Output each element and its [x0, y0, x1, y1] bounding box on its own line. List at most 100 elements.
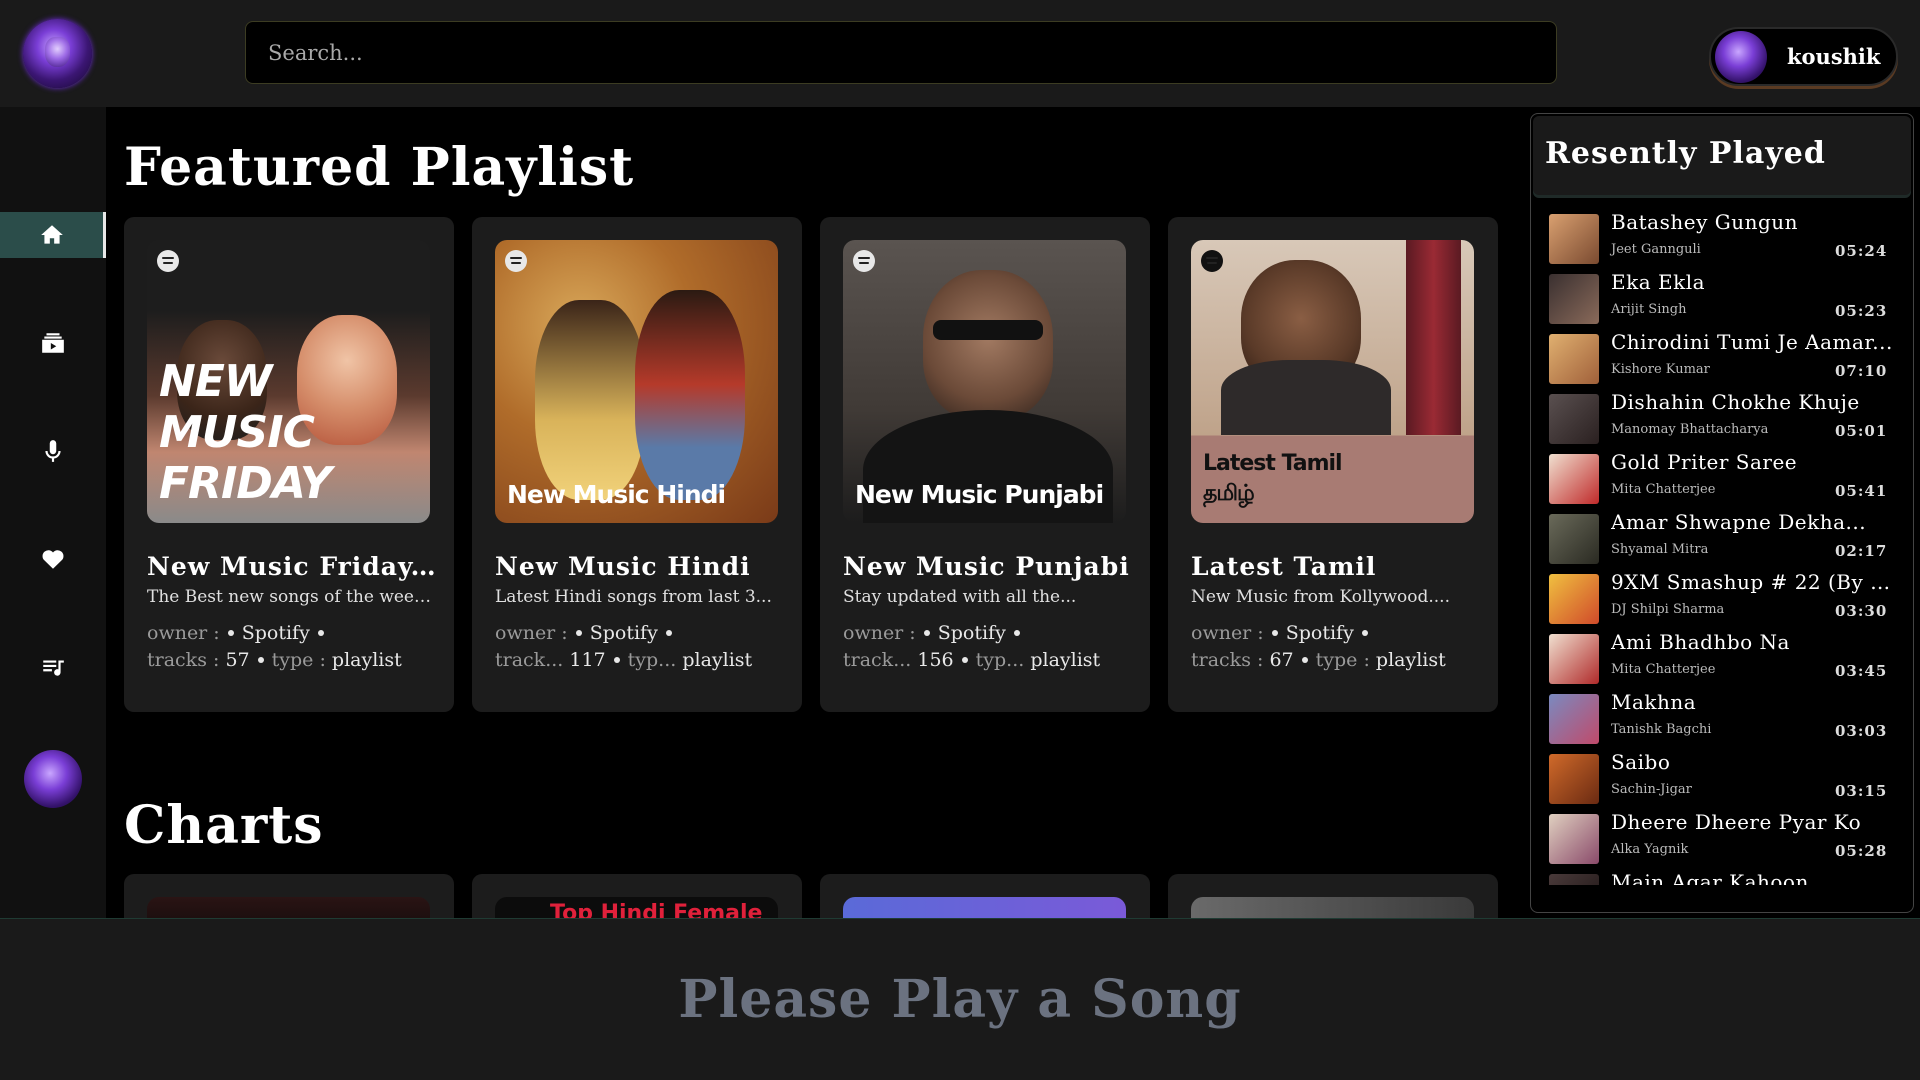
tracks-value: 57	[225, 649, 250, 671]
playlist-meta: owner : Spotify tracks : 57 type : playlis…	[147, 620, 442, 674]
owner-label: owner :	[1191, 622, 1264, 644]
song-title: Gold Priter Saree	[1611, 450, 1798, 474]
song-duration: 02:17	[1835, 542, 1888, 560]
charts-title: Charts	[124, 795, 324, 856]
playlist-card[interactable]: New Music Hindi New Music Hindi Latest H…	[472, 217, 802, 712]
sidebar-item-liked[interactable]	[0, 536, 106, 582]
song-thumbnail	[1549, 574, 1599, 624]
cover-text: NEW MUSIC FRIDAY	[159, 356, 332, 509]
tracks-label: track...	[495, 649, 564, 671]
song-artist: Sachin-Jigar	[1611, 782, 1692, 797]
tracks-value: 156	[917, 649, 954, 671]
spotify-icon	[1201, 250, 1223, 272]
playlist-title: New Music Friday...	[147, 552, 437, 581]
owner-label: owner :	[843, 622, 916, 644]
song-thumbnail	[1549, 814, 1599, 864]
list-item[interactable]: Makhna Tanishk Bagchi 03:03	[1531, 690, 1913, 750]
song-artist: Kishore Kumar	[1611, 362, 1710, 377]
playlist-cover: New Music Hindi	[495, 240, 778, 523]
main-content: Featured Playlist NEW MUSIC FRIDAY New M…	[106, 107, 1526, 918]
song-artist: Mita Chatterjee	[1611, 662, 1716, 677]
microphone-icon	[45, 440, 61, 462]
tracks-label: tracks :	[147, 649, 220, 671]
owner-value: Spotify	[589, 622, 658, 644]
tracks-value: 117	[569, 649, 606, 671]
song-thumbnail	[1549, 754, 1599, 804]
sidebar-item-playlists[interactable]	[0, 644, 106, 690]
song-duration: 05:24	[1835, 242, 1888, 260]
chart-card[interactable]	[124, 874, 454, 918]
playlist-card[interactable]: NEW MUSIC FRIDAY New Music Friday... The…	[124, 217, 454, 712]
list-item[interactable]: Dishahin Chokhe Khuje Manomay Bhattachar…	[1531, 390, 1913, 450]
featured-cards: NEW MUSIC FRIDAY New Music Friday... The…	[124, 217, 1504, 712]
playlist-card[interactable]: Latest Tamil தமிழ் Latest Tamil New Musi…	[1168, 217, 1498, 712]
chart-cover	[1191, 897, 1474, 918]
song-title: Main Agar Kahoon	[1611, 870, 1809, 885]
chart-card[interactable]	[820, 874, 1150, 918]
recently-played-list: Batashey Gungun Jeet Gannguli 05:24 Eka …	[1531, 210, 1913, 885]
song-duration: 05:01	[1835, 422, 1888, 440]
list-item[interactable]: Gold Priter Saree Mita Chatterjee 05:41	[1531, 450, 1913, 510]
song-duration: 05:23	[1835, 302, 1888, 320]
list-item[interactable]: Amar Shwapne Dekha... Shyamal Mitra 02:1…	[1531, 510, 1913, 570]
search-bar[interactable]	[245, 21, 1557, 84]
list-item[interactable]: Eka Ekla Arijit Singh 05:23	[1531, 270, 1913, 330]
playlist-card[interactable]: New Music Punjabi New Music Punjabi Stay…	[820, 217, 1150, 712]
cover-text: New Music Hindi	[507, 480, 726, 509]
list-item[interactable]: Dheere Dheere Pyar Ko Alka Yagnik 05:28	[1531, 810, 1913, 870]
chart-cards: Top Hindi Female	[124, 874, 1504, 918]
song-title: Dishahin Chokhe Khuje	[1611, 390, 1860, 414]
sidebar-item-podcasts[interactable]	[0, 428, 106, 474]
song-title: Ami Bhadhbo Na	[1611, 630, 1790, 654]
playlist-title: Latest Tamil	[1191, 552, 1377, 581]
chart-card[interactable]: Top Hindi Female	[472, 874, 802, 918]
song-artist: Tanishk Bagchi	[1611, 722, 1712, 737]
list-item[interactable]: 9XM Smashup # 22 (By DJ... DJ Shilpi Sha…	[1531, 570, 1913, 630]
tracks-value: 67	[1269, 649, 1294, 671]
chart-cover	[147, 897, 430, 918]
list-item[interactable]: Main Agar Kahoon	[1531, 870, 1913, 885]
spotify-icon	[157, 250, 179, 272]
sidebar-item-home[interactable]	[0, 212, 106, 258]
playlist-meta: owner : Spotify track... 156 typ... playli…	[843, 620, 1138, 674]
playlist-meta: owner : Spotify track... 117 typ... playli…	[495, 620, 790, 674]
song-duration: 03:45	[1835, 662, 1888, 680]
playlist-description: Stay updated with all the...	[843, 587, 1077, 607]
cover-text: New Music Punjabi	[855, 480, 1104, 509]
song-artist: Shyamal Mitra	[1611, 542, 1709, 557]
user-profile-button[interactable]: koushik	[1709, 27, 1898, 86]
song-thumbnail	[1549, 694, 1599, 744]
type-value: playlist	[1375, 649, 1446, 671]
playlist-description: The Best new songs of the week...	[147, 587, 437, 607]
recently-played-title: Resently Played	[1545, 136, 1826, 171]
sidebar-avatar[interactable]	[24, 750, 82, 808]
song-thumbnail	[1549, 514, 1599, 564]
song-title: Dheere Dheere Pyar Ko	[1611, 810, 1862, 834]
chart-cover	[843, 897, 1126, 918]
player-message: Please Play a Song	[678, 969, 1242, 1030]
type-label: typ...	[627, 649, 677, 671]
song-duration: 05:41	[1835, 482, 1888, 500]
type-label: typ...	[975, 649, 1025, 671]
list-item[interactable]: Saibo Sachin-Jigar 03:15	[1531, 750, 1913, 810]
type-value: playlist	[331, 649, 402, 671]
owner-label: owner :	[495, 622, 568, 644]
owner-value: Spotify	[241, 622, 310, 644]
chart-card[interactable]	[1168, 874, 1498, 918]
song-thumbnail	[1549, 874, 1599, 885]
search-input[interactable]	[268, 40, 1556, 65]
song-title: Batashey Gungun	[1611, 210, 1799, 234]
list-item[interactable]: Ami Bhadhbo Na Mita Chatterjee 03:45	[1531, 630, 1913, 690]
list-item[interactable]: Batashey Gungun Jeet Gannguli 05:24	[1531, 210, 1913, 270]
home-icon	[40, 225, 63, 244]
tracks-label: tracks :	[1191, 649, 1264, 671]
chart-cover-text: Top Hindi Female	[550, 901, 763, 918]
app-logo[interactable]	[23, 19, 92, 88]
sidebar-item-videos[interactable]	[0, 320, 106, 366]
song-thumbnail	[1549, 634, 1599, 684]
song-thumbnail	[1549, 334, 1599, 384]
list-item[interactable]: Chirodini Tumi Je Aamar... Kishore Kumar…	[1531, 330, 1913, 390]
song-title: Saibo	[1611, 750, 1671, 774]
song-thumbnail	[1549, 214, 1599, 264]
playlist-title: New Music Hindi	[495, 552, 751, 581]
